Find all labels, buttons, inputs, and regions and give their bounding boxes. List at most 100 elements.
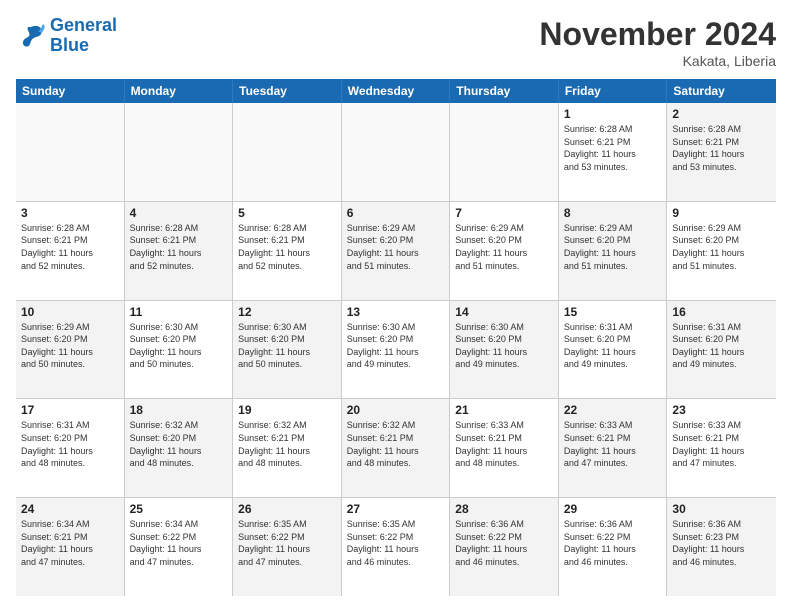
cell-info: Sunrise: 6:29 AMSunset: 6:20 PMDaylight:…: [564, 222, 662, 272]
day-number: 22: [564, 403, 662, 417]
calendar-cell: [233, 103, 342, 201]
cell-info: Sunrise: 6:35 AMSunset: 6:22 PMDaylight:…: [238, 518, 336, 568]
logo: General Blue: [16, 16, 117, 56]
cell-info: Sunrise: 6:29 AMSunset: 6:20 PMDaylight:…: [672, 222, 771, 272]
cell-info: Sunrise: 6:36 AMSunset: 6:23 PMDaylight:…: [672, 518, 771, 568]
day-number: 15: [564, 305, 662, 319]
calendar-cell: 19 Sunrise: 6:32 AMSunset: 6:21 PMDayligh…: [233, 399, 342, 497]
day-number: 11: [130, 305, 228, 319]
day-number: 17: [21, 403, 119, 417]
day-number: 27: [347, 502, 445, 516]
cell-info: Sunrise: 6:30 AMSunset: 6:20 PMDaylight:…: [455, 321, 553, 371]
calendar-cell: 4Sunrise: 6:28 AMSunset: 6:21 PMDaylight…: [125, 202, 234, 300]
calendar-cell: 22Sunrise: 6:33 AMSunset: 6:21 PMDayligh…: [559, 399, 668, 497]
cell-info: Sunrise: 6:32 AMSunset: 6:21 PMDaylight:…: [347, 419, 445, 469]
calendar-cell: 24 Sunrise: 6:34 AMSunset: 6:21 PMDayligh…: [16, 498, 125, 596]
cell-info: Sunrise: 6:33 AMSunset: 6:21 PMDaylight:…: [672, 419, 771, 469]
day-number: 10: [21, 305, 119, 319]
calendar-header: SundayMondayTuesdayWednesdayThursdayFrid…: [16, 79, 776, 103]
day-number: 9: [672, 206, 771, 220]
calendar-cell: 5 Sunrise: 6:28 AMSunset: 6:21 PMDaylight…: [233, 202, 342, 300]
header-day-tuesday: Tuesday: [233, 79, 342, 103]
cell-info: Sunrise: 6:28 AMSunset: 6:21 PMDaylight:…: [130, 222, 228, 272]
calendar-cell: [342, 103, 451, 201]
day-number: 18: [130, 403, 228, 417]
logo-text: General Blue: [50, 16, 117, 56]
calendar-cell: 13 Sunrise: 6:30 AMSunset: 6:20 PMDayligh…: [342, 301, 451, 399]
cell-info: Sunrise: 6:28 AMSunset: 6:21 PMDaylight:…: [672, 123, 771, 173]
day-number: 19: [238, 403, 336, 417]
header-day-friday: Friday: [559, 79, 668, 103]
calendar-cell: 12 Sunrise: 6:30 AMSunset: 6:20 PMDayligh…: [233, 301, 342, 399]
calendar-cell: 20 Sunrise: 6:32 AMSunset: 6:21 PMDayligh…: [342, 399, 451, 497]
calendar-row-3: 17 Sunrise: 6:31 AMSunset: 6:20 PMDayligh…: [16, 399, 776, 498]
header-day-wednesday: Wednesday: [342, 79, 451, 103]
calendar-cell: [16, 103, 125, 201]
cell-info: Sunrise: 6:29 AMSunset: 6:20 PMDaylight:…: [347, 222, 445, 272]
header-day-thursday: Thursday: [450, 79, 559, 103]
cell-info: Sunrise: 6:35 AMSunset: 6:22 PMDaylight:…: [347, 518, 445, 568]
calendar-cell: 14 Sunrise: 6:30 AMSunset: 6:20 PMDayligh…: [450, 301, 559, 399]
cell-info: Sunrise: 6:28 AMSunset: 6:21 PMDaylight:…: [21, 222, 119, 272]
calendar-cell: 15 Sunrise: 6:31 AMSunset: 6:20 PMDayligh…: [559, 301, 668, 399]
cell-info: Sunrise: 6:31 AMSunset: 6:20 PMDaylight:…: [672, 321, 771, 371]
day-number: 21: [455, 403, 553, 417]
cell-info: Sunrise: 6:30 AMSunset: 6:20 PMDaylight:…: [238, 321, 336, 371]
calendar-cell: 27 Sunrise: 6:35 AMSunset: 6:22 PMDayligh…: [342, 498, 451, 596]
calendar-cell: 16Sunrise: 6:31 AMSunset: 6:20 PMDayligh…: [667, 301, 776, 399]
calendar: SundayMondayTuesdayWednesdayThursdayFrid…: [16, 79, 776, 596]
day-number: 5: [238, 206, 336, 220]
calendar-cell: 9 Sunrise: 6:29 AMSunset: 6:20 PMDaylight…: [667, 202, 776, 300]
calendar-cell: 29Sunrise: 6:36 AMSunset: 6:22 PMDayligh…: [559, 498, 668, 596]
cell-info: Sunrise: 6:29 AMSunset: 6:20 PMDaylight:…: [455, 222, 553, 272]
calendar-cell: 25Sunrise: 6:34 AMSunset: 6:22 PMDayligh…: [125, 498, 234, 596]
calendar-cell: 10 Sunrise: 6:29 AMSunset: 6:20 PMDayligh…: [16, 301, 125, 399]
calendar-cell: [450, 103, 559, 201]
calendar-cell: 23Sunrise: 6:33 AMSunset: 6:21 PMDayligh…: [667, 399, 776, 497]
calendar-cell: 21 Sunrise: 6:33 AMSunset: 6:21 PMDayligh…: [450, 399, 559, 497]
cell-info: Sunrise: 6:36 AMSunset: 6:22 PMDaylight:…: [564, 518, 662, 568]
calendar-row-0: 1Sunrise: 6:28 AMSunset: 6:21 PMDaylight…: [16, 103, 776, 202]
calendar-cell: 18Sunrise: 6:32 AMSunset: 6:20 PMDayligh…: [125, 399, 234, 497]
day-number: 7: [455, 206, 553, 220]
day-number: 25: [130, 502, 228, 516]
calendar-cell: 30 Sunrise: 6:36 AMSunset: 6:23 PMDayligh…: [667, 498, 776, 596]
month-title: November 2024: [539, 16, 776, 53]
day-number: 28: [455, 502, 553, 516]
cell-info: Sunrise: 6:30 AMSunset: 6:20 PMDaylight:…: [347, 321, 445, 371]
cell-info: Sunrise: 6:33 AMSunset: 6:21 PMDaylight:…: [455, 419, 553, 469]
cell-info: Sunrise: 6:31 AMSunset: 6:20 PMDaylight:…: [564, 321, 662, 371]
cell-info: Sunrise: 6:34 AMSunset: 6:21 PMDaylight:…: [21, 518, 119, 568]
header-day-sunday: Sunday: [16, 79, 125, 103]
header: General Blue November 2024 Kakata, Liber…: [16, 16, 776, 69]
calendar-cell: 8Sunrise: 6:29 AMSunset: 6:20 PMDaylight…: [559, 202, 668, 300]
calendar-body: 1Sunrise: 6:28 AMSunset: 6:21 PMDaylight…: [16, 103, 776, 596]
page: General Blue November 2024 Kakata, Liber…: [0, 0, 792, 612]
day-number: 3: [21, 206, 119, 220]
cell-info: Sunrise: 6:32 AMSunset: 6:21 PMDaylight:…: [238, 419, 336, 469]
calendar-cell: 28 Sunrise: 6:36 AMSunset: 6:22 PMDayligh…: [450, 498, 559, 596]
day-number: 2: [672, 107, 771, 121]
calendar-cell: 2 Sunrise: 6:28 AMSunset: 6:21 PMDaylight…: [667, 103, 776, 201]
calendar-row-4: 24 Sunrise: 6:34 AMSunset: 6:21 PMDayligh…: [16, 498, 776, 596]
day-number: 12: [238, 305, 336, 319]
day-number: 13: [347, 305, 445, 319]
cell-info: Sunrise: 6:30 AMSunset: 6:20 PMDaylight:…: [130, 321, 228, 371]
calendar-row-1: 3 Sunrise: 6:28 AMSunset: 6:21 PMDaylight…: [16, 202, 776, 301]
title-block: November 2024 Kakata, Liberia: [539, 16, 776, 69]
day-number: 20: [347, 403, 445, 417]
day-number: 24: [21, 502, 119, 516]
header-day-monday: Monday: [125, 79, 234, 103]
cell-info: Sunrise: 6:36 AMSunset: 6:22 PMDaylight:…: [455, 518, 553, 568]
calendar-cell: 17 Sunrise: 6:31 AMSunset: 6:20 PMDayligh…: [16, 399, 125, 497]
calendar-cell: 6Sunrise: 6:29 AMSunset: 6:20 PMDaylight…: [342, 202, 451, 300]
cell-info: Sunrise: 6:29 AMSunset: 6:20 PMDaylight:…: [21, 321, 119, 371]
day-number: 30: [672, 502, 771, 516]
cell-info: Sunrise: 6:28 AMSunset: 6:21 PMDaylight:…: [564, 123, 662, 173]
day-number: 14: [455, 305, 553, 319]
day-number: 26: [238, 502, 336, 516]
cell-info: Sunrise: 6:28 AMSunset: 6:21 PMDaylight:…: [238, 222, 336, 272]
logo-icon: [16, 21, 46, 51]
calendar-cell: 26 Sunrise: 6:35 AMSunset: 6:22 PMDayligh…: [233, 498, 342, 596]
cell-info: Sunrise: 6:31 AMSunset: 6:20 PMDaylight:…: [21, 419, 119, 469]
